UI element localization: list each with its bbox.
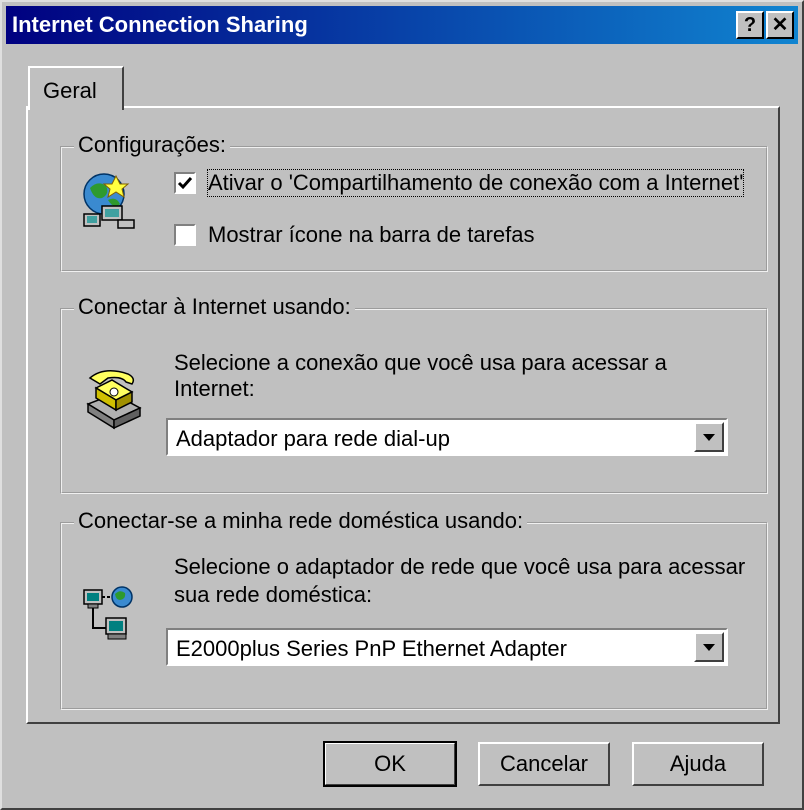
enable-sharing-label[interactable]: Ativar o 'Compartilhamento de conexão co… — [206, 169, 745, 197]
home-network-value: E2000plus Series PnP Ethernet Adapter — [176, 636, 567, 661]
chevron-down-icon — [703, 434, 715, 441]
settings-legend: Configurações: — [74, 132, 230, 158]
checkmark-icon — [177, 177, 193, 190]
tab-label: Geral — [43, 78, 97, 103]
home-description-line1: Selecione o adaptador de rede que você u… — [174, 554, 746, 579]
home-network-group: Conectar-se a minha rede doméstica usand… — [60, 508, 768, 710]
dropdown-arrow-button[interactable] — [694, 422, 724, 452]
cancel-button[interactable]: Cancelar — [478, 742, 610, 786]
home-network-select[interactable]: E2000plus Series PnP Ethernet Adapter — [166, 628, 728, 666]
enable-sharing-checkbox[interactable] — [174, 172, 196, 194]
chevron-down-icon — [703, 644, 715, 651]
internet-connection-value: Adaptador para rede dial-up — [176, 426, 450, 451]
show-icon-checkbox[interactable] — [174, 224, 196, 246]
internet-description-line1: Selecione a conexão que você usa para ac… — [174, 350, 667, 375]
help-button[interactable]: Ajuda — [632, 742, 764, 786]
home-description-line2: sua rede doméstica: — [174, 582, 373, 607]
tab-geral[interactable]: Geral — [28, 66, 124, 110]
dialog-window: Internet Connection Sharing ? ✕ Geral Co… — [0, 0, 804, 810]
help-title-button[interactable]: ? — [736, 11, 764, 39]
dropdown-arrow-button[interactable] — [694, 632, 724, 662]
show-icon-label[interactable]: Mostrar ícone na barra de tarefas — [208, 222, 535, 248]
internet-connection-group: Conectar à Internet usando: — [60, 294, 768, 494]
network-globe-icon — [83, 173, 135, 229]
settings-group: Configurações: — [60, 132, 768, 272]
internet-connection-legend: Conectar à Internet usando: — [74, 294, 355, 320]
ok-button[interactable]: OK — [323, 741, 457, 787]
internet-description-line2: Internet: — [174, 376, 255, 401]
window-title: Internet Connection Sharing — [12, 12, 308, 37]
home-network-legend: Conectar-se a minha rede doméstica usand… — [74, 508, 528, 534]
home-network-icon — [83, 586, 133, 640]
internet-connection-select[interactable]: Adaptador para rede dial-up — [166, 418, 728, 456]
telephone-icon — [86, 370, 142, 430]
title-bar[interactable]: Internet Connection Sharing ? ✕ — [6, 6, 798, 44]
close-button[interactable]: ✕ — [766, 11, 794, 39]
